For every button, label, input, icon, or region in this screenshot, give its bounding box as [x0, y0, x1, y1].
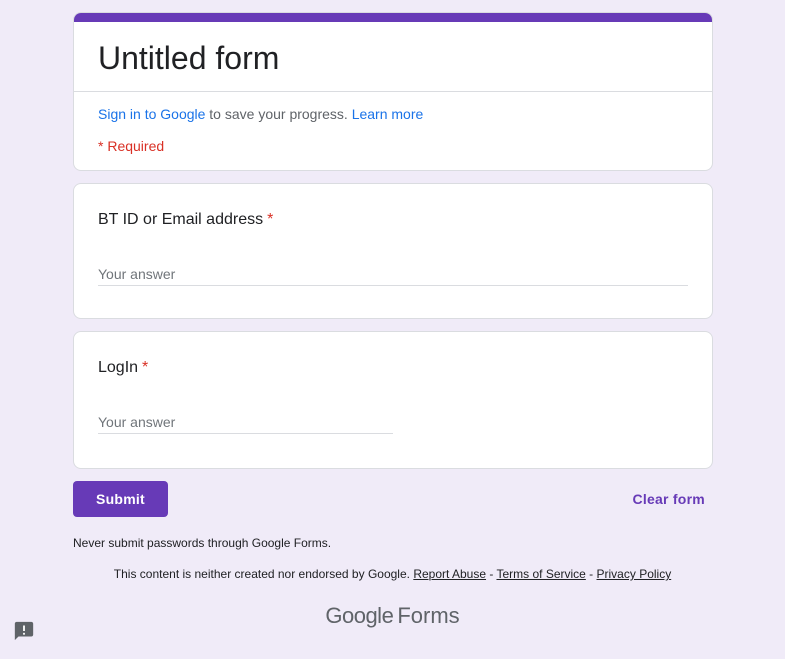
question-label-email: BT ID or Email address * — [98, 208, 273, 232]
footer-separator: - — [486, 567, 497, 581]
privacy-link[interactable]: Privacy Policy — [597, 567, 672, 581]
terms-link[interactable]: Terms of Service — [496, 567, 585, 581]
question-title: BT ID or Email address — [98, 211, 264, 228]
signin-text: to save your progress. — [205, 106, 352, 122]
password-warning: Never submit passwords through Google Fo… — [73, 536, 332, 550]
submit-button[interactable]: Submit — [73, 481, 168, 517]
question-label-login: LogIn * — [98, 356, 148, 380]
email-answer-input[interactable] — [98, 262, 688, 286]
footer-separator: - — [585, 567, 597, 581]
disclaimer-text: This content is neither created nor endo… — [113, 567, 414, 581]
feedback-icon[interactable] — [13, 620, 35, 642]
google-forms-logo[interactable]: Google Forms — [0, 601, 785, 631]
clear-form-button[interactable]: Clear form — [632, 481, 705, 517]
brand-google: Google — [325, 603, 394, 628]
question-title: LogIn — [98, 359, 139, 376]
report-abuse-link[interactable]: Report Abuse — [413, 567, 486, 581]
question-card-email: BT ID or Email address * — [73, 183, 713, 319]
header-accent-bar — [74, 13, 712, 22]
required-asterisk: * — [267, 211, 274, 228]
brand-forms: Forms — [397, 603, 460, 628]
signin-line: Sign in to Google to save your progress.… — [98, 104, 423, 124]
header-divider — [74, 91, 712, 92]
footer-disclaimer: This content is neither created nor endo… — [0, 566, 785, 582]
sign-in-link[interactable]: Sign in to Google — [98, 106, 205, 122]
question-card-login: LogIn * — [73, 331, 713, 469]
required-note: * Required — [98, 138, 165, 154]
form-container: Untitled form Sign in to Google to save … — [73, 12, 713, 469]
form-actions: Submit Clear form — [73, 481, 713, 517]
login-answer-input[interactable] — [98, 410, 393, 434]
form-title: Untitled form — [98, 40, 280, 76]
form-header-card: Untitled form Sign in to Google to save … — [73, 12, 713, 171]
required-asterisk: * — [142, 359, 149, 376]
learn-more-link[interactable]: Learn more — [352, 106, 424, 122]
